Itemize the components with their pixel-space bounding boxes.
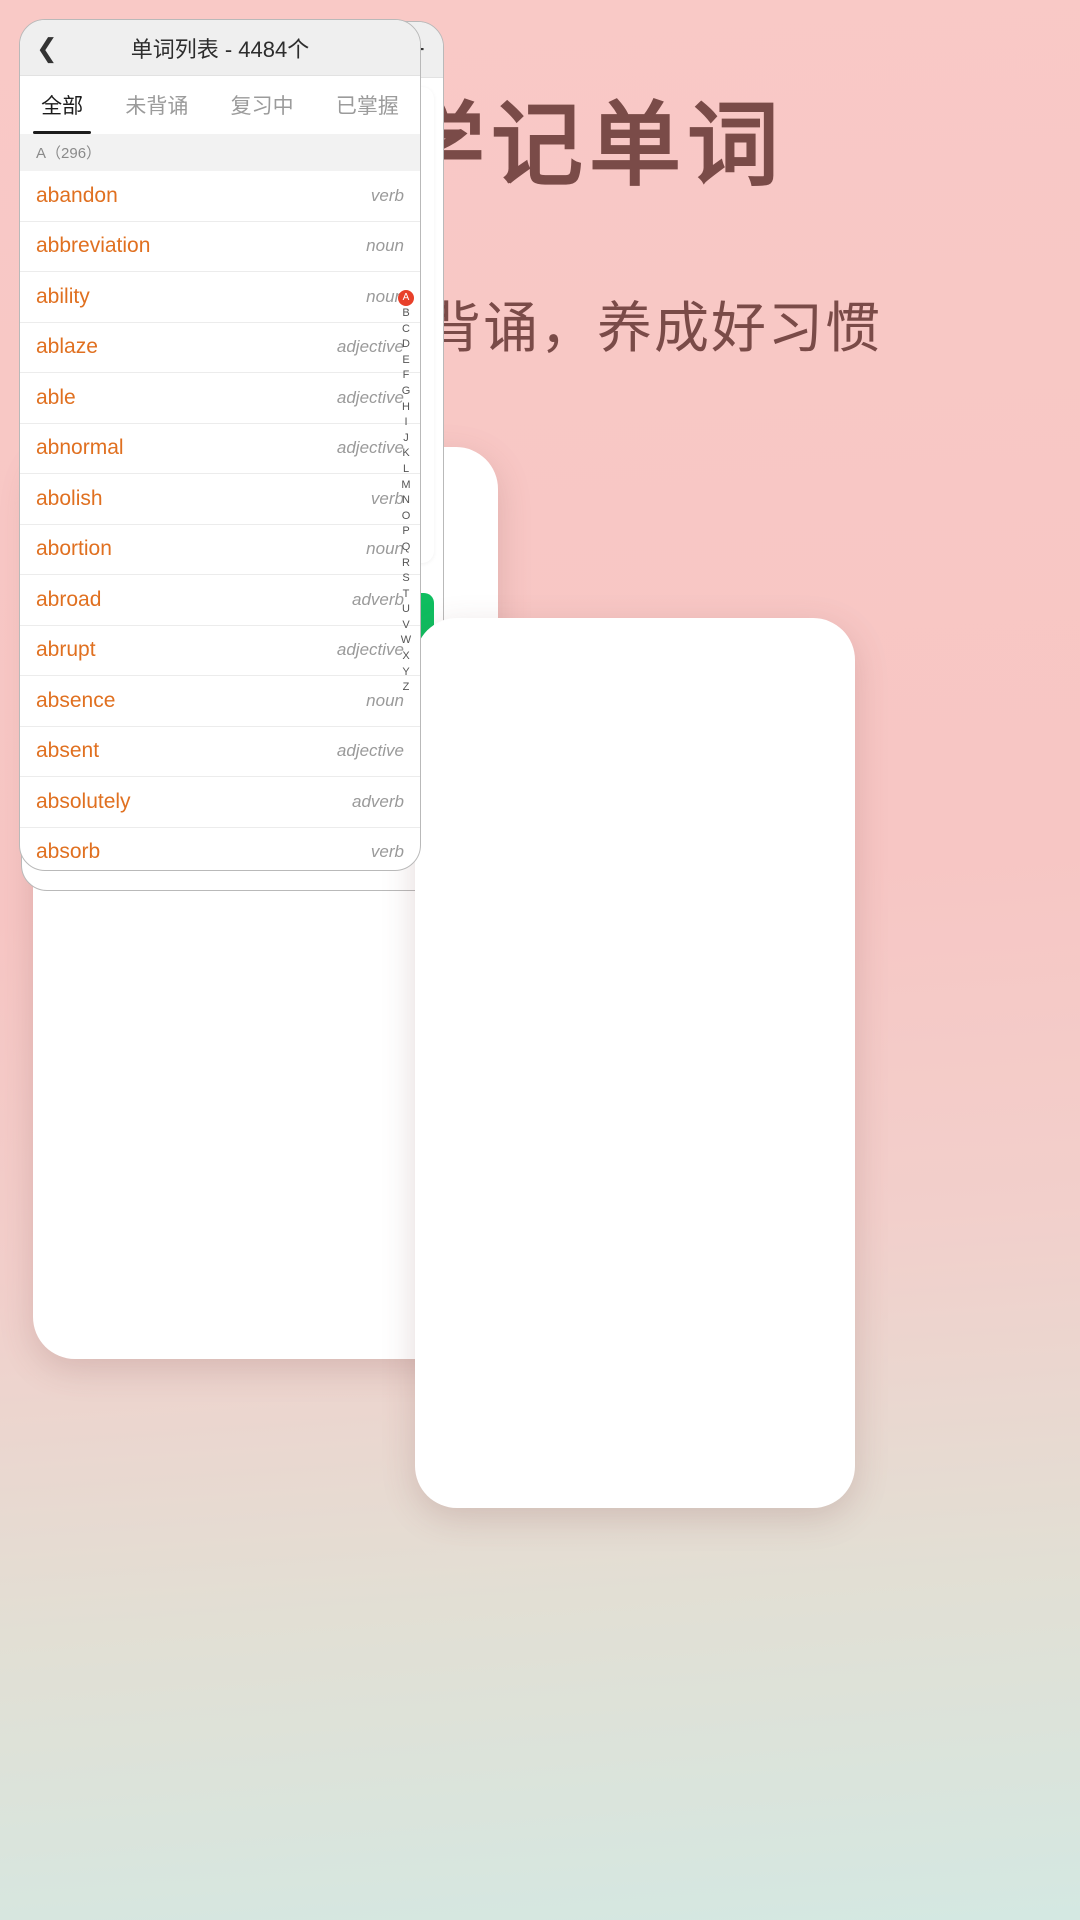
index-letter-E[interactable]: E (402, 353, 409, 369)
word-list-item[interactable]: abnormal adjective (20, 424, 420, 474)
tab-1[interactable]: 未背诵 (123, 84, 190, 126)
tab-3[interactable]: 已掌握 (334, 84, 401, 126)
index-letter-O[interactable]: O (402, 509, 411, 525)
word-list: abandon verb abbreviation noun ability noun ab… (20, 171, 420, 871)
index-letter-P[interactable]: P (402, 524, 409, 540)
word-list-item[interactable]: able adjective (20, 373, 420, 424)
word-part-of-speech: noun (366, 236, 404, 256)
word-text: absent (36, 739, 100, 763)
word-list-item[interactable]: abroad adverb (20, 575, 420, 626)
word-part-of-speech: verb (370, 842, 404, 862)
word-list-tabs: 全部 未背诵 复习中 已掌握 (20, 76, 420, 134)
index-letter-W[interactable]: W (401, 633, 411, 649)
word-text: able (36, 385, 76, 409)
word-list-nav-title: 单词列表 - 4484个 (130, 36, 310, 62)
index-letter-M[interactable]: M (401, 478, 410, 494)
word-part-of-speech: adjective (336, 438, 404, 458)
word-part-of-speech: verb (370, 185, 404, 205)
word-list-item[interactable]: abrupt adjective (20, 626, 420, 676)
index-letter-Z[interactable]: Z (403, 680, 410, 696)
word-list-item[interactable]: abortion noun (20, 525, 420, 575)
index-letter-H[interactable]: H (402, 400, 410, 416)
index-letter-B[interactable]: B (402, 306, 409, 322)
index-letter-V[interactable]: V (402, 618, 409, 634)
index-letter-K[interactable]: K (402, 446, 409, 462)
word-part-of-speech: adjective (336, 337, 404, 357)
index-letter-C[interactable]: C (402, 322, 410, 338)
word-list-screen: ❮ 单词列表 - 4484个 全部 未背诵 复习中 已掌握 A（296） abando… (19, 19, 421, 871)
word-part-of-speech: adverb (352, 791, 404, 811)
index-letter-T[interactable]: T (403, 587, 410, 603)
word-text: absolutely (36, 789, 131, 813)
word-text: abolish (36, 486, 103, 510)
word-text: abortion (36, 537, 112, 561)
index-letter-I[interactable]: I (404, 415, 407, 431)
word-part-of-speech: adjective (336, 640, 404, 660)
index-letter-X[interactable]: X (402, 649, 409, 665)
word-text: absorb (36, 840, 101, 864)
tab-2[interactable]: 复习中 (229, 84, 296, 126)
word-list-item[interactable]: abandon verb (20, 171, 420, 222)
index-letter-A[interactable]: A (398, 290, 414, 306)
word-text: ability (36, 284, 90, 308)
index-letter-S[interactable]: S (402, 571, 409, 587)
word-list-item[interactable]: absolutely adverb (20, 777, 420, 828)
letter-group-header: A（296） (20, 134, 420, 171)
word-list-item[interactable]: ablaze adjective (20, 323, 420, 373)
index-letter-N[interactable]: N (402, 493, 410, 509)
alphabet-index-rail[interactable]: ABCDEFGHIJKLMNOPQRSTUVWXYZ (395, 290, 417, 696)
word-part-of-speech: adjective (336, 741, 404, 761)
word-list-item[interactable]: absence noun (20, 676, 420, 727)
word-list-item[interactable]: abolish verb (20, 474, 420, 525)
index-letter-Q[interactable]: Q (402, 540, 411, 556)
word-text: abandon (36, 183, 118, 207)
index-letter-F[interactable]: F (403, 368, 410, 384)
word-list-item[interactable]: ability noun (20, 272, 420, 323)
index-letter-D[interactable]: D (402, 337, 410, 353)
tab-0[interactable]: 全部 (33, 84, 92, 134)
word-list-item[interactable]: abbreviation noun (20, 222, 420, 272)
index-letter-J[interactable]: J (403, 431, 409, 447)
word-text: absence (36, 688, 116, 712)
word-text: ablaze (36, 335, 98, 359)
word-text: abroad (36, 587, 102, 611)
word-text: abbreviation (36, 234, 151, 258)
word-list-item[interactable]: absent adjective (20, 727, 420, 777)
index-letter-Y[interactable]: Y (402, 665, 409, 681)
index-letter-G[interactable]: G (402, 384, 411, 400)
word-list-nav-bar: ❮ 单词列表 - 4484个 (20, 20, 420, 76)
word-part-of-speech: adjective (336, 387, 404, 407)
word-text: abrupt (36, 638, 96, 662)
index-letter-L[interactable]: L (403, 462, 409, 478)
index-letter-R[interactable]: R (402, 556, 410, 572)
word-text: abnormal (36, 436, 124, 460)
index-letter-U[interactable]: U (402, 602, 410, 618)
phone-mockup-word-list (415, 618, 855, 1508)
word-list-item[interactable]: absorb verb (20, 828, 420, 871)
